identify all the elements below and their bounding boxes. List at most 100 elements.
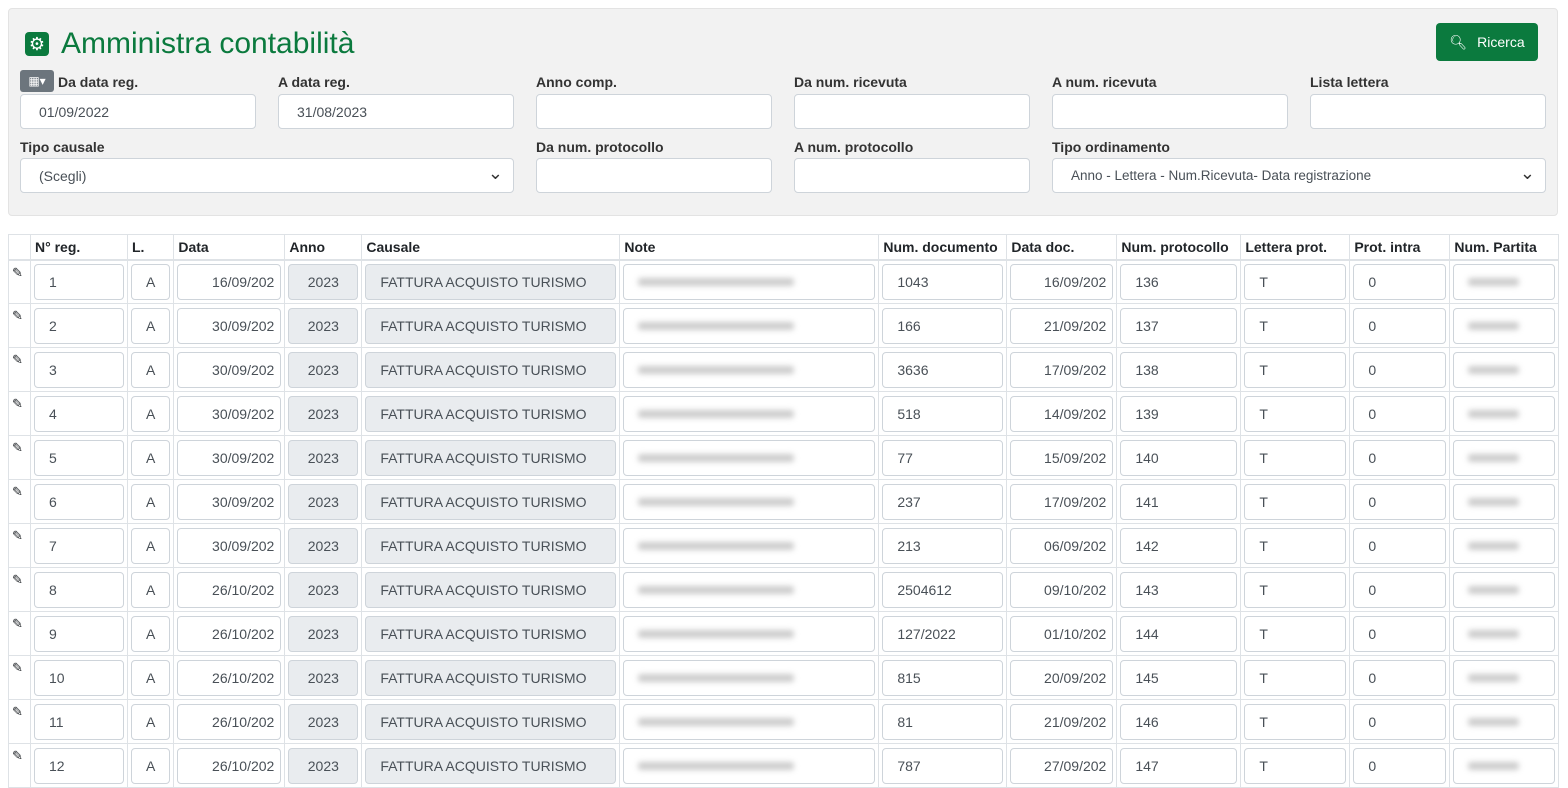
edit-icon[interactable]: ✎ bbox=[8, 435, 31, 480]
num-partita-input[interactable] bbox=[1453, 615, 1556, 652]
lettera-input[interactable]: A bbox=[131, 395, 171, 432]
lettera-input[interactable]: A bbox=[131, 483, 171, 520]
num-documento-input[interactable]: 787 bbox=[882, 747, 1004, 784]
column-header[interactable]: Num. documento bbox=[878, 234, 1008, 261]
num-documento-input[interactable]: 237 bbox=[882, 483, 1004, 520]
num-documento-input[interactable]: 127/2022 bbox=[882, 615, 1004, 652]
data-doc-input[interactable]: 17/09/202 bbox=[1010, 351, 1114, 388]
column-header[interactable]: Prot. intra bbox=[1349, 234, 1451, 261]
data-doc-input[interactable]: 01/10/202 bbox=[1010, 615, 1114, 652]
num-partita-input[interactable] bbox=[1453, 659, 1556, 696]
data-input[interactable]: 26/10/202 bbox=[177, 659, 282, 696]
data-doc-input[interactable]: 06/09/202 bbox=[1010, 527, 1114, 564]
note-input[interactable] bbox=[623, 527, 876, 564]
data-input[interactable]: 30/09/202 bbox=[177, 439, 282, 476]
anno-comp-input[interactable] bbox=[536, 94, 772, 129]
prot-intra-input[interactable]: 0 bbox=[1353, 571, 1447, 608]
nreg-input[interactable]: 9 bbox=[34, 615, 124, 652]
num-partita-input[interactable] bbox=[1453, 703, 1556, 740]
num-protocollo-input[interactable]: 138 bbox=[1120, 351, 1238, 388]
nreg-input[interactable]: 1 bbox=[34, 263, 124, 300]
calendar-dropdown-icon[interactable]: ▦▾ bbox=[20, 70, 54, 92]
data-doc-input[interactable]: 17/09/202 bbox=[1010, 483, 1114, 520]
num-partita-input[interactable] bbox=[1453, 527, 1556, 564]
edit-icon[interactable]: ✎ bbox=[8, 479, 31, 524]
lettera-prot-input[interactable]: T bbox=[1244, 571, 1347, 608]
num-protocollo-input[interactable]: 141 bbox=[1120, 483, 1238, 520]
data-doc-input[interactable]: 14/09/202 bbox=[1010, 395, 1114, 432]
data-doc-input[interactable]: 20/09/202 bbox=[1010, 659, 1114, 696]
data-doc-input[interactable]: 21/09/202 bbox=[1010, 703, 1114, 740]
prot-intra-input[interactable]: 0 bbox=[1353, 659, 1447, 696]
lista-lettera-input[interactable] bbox=[1310, 94, 1546, 129]
nreg-input[interactable]: 12 bbox=[34, 747, 124, 784]
tipo-causale-select[interactable]: (Scegli) bbox=[20, 158, 514, 193]
lettera-prot-input[interactable]: T bbox=[1244, 747, 1347, 784]
note-input[interactable] bbox=[623, 483, 876, 520]
num-protocollo-input[interactable]: 139 bbox=[1120, 395, 1238, 432]
num-documento-input[interactable]: 81 bbox=[882, 703, 1004, 740]
num-protocollo-input[interactable]: 137 bbox=[1120, 307, 1238, 344]
data-input[interactable]: 30/09/202 bbox=[177, 351, 282, 388]
lettera-input[interactable]: A bbox=[131, 527, 171, 564]
column-header[interactable]: N° reg. bbox=[30, 234, 128, 261]
nreg-input[interactable]: 10 bbox=[34, 659, 124, 696]
num-partita-input[interactable] bbox=[1453, 395, 1556, 432]
lettera-input[interactable]: A bbox=[131, 263, 171, 300]
prot-intra-input[interactable]: 0 bbox=[1353, 263, 1447, 300]
data-input[interactable]: 26/10/202 bbox=[177, 747, 282, 784]
da-data-input[interactable]: 01/09/2022 bbox=[20, 94, 256, 129]
data-input[interactable]: 26/10/202 bbox=[177, 571, 282, 608]
da-num-protocollo-input[interactable] bbox=[536, 158, 772, 193]
prot-intra-input[interactable]: 0 bbox=[1353, 439, 1447, 476]
num-protocollo-input[interactable]: 136 bbox=[1120, 263, 1238, 300]
nreg-input[interactable]: 8 bbox=[34, 571, 124, 608]
edit-icon[interactable]: ✎ bbox=[8, 567, 31, 612]
edit-icon[interactable]: ✎ bbox=[8, 259, 31, 304]
lettera-input[interactable]: A bbox=[131, 571, 171, 608]
lettera-prot-input[interactable]: T bbox=[1244, 263, 1347, 300]
nreg-input[interactable]: 4 bbox=[34, 395, 124, 432]
note-input[interactable] bbox=[623, 263, 876, 300]
prot-intra-input[interactable]: 0 bbox=[1353, 747, 1447, 784]
column-header[interactable]: Causale bbox=[361, 234, 621, 261]
lettera-input[interactable]: A bbox=[131, 615, 171, 652]
column-header[interactable]: Data bbox=[173, 234, 286, 261]
edit-icon[interactable]: ✎ bbox=[8, 699, 31, 744]
data-input[interactable]: 30/09/202 bbox=[177, 483, 282, 520]
note-input[interactable] bbox=[623, 571, 876, 608]
data-doc-input[interactable]: 27/09/202 bbox=[1010, 747, 1114, 784]
num-documento-input[interactable]: 3636 bbox=[882, 351, 1004, 388]
lettera-input[interactable]: A bbox=[131, 659, 171, 696]
num-partita-input[interactable] bbox=[1453, 351, 1556, 388]
edit-icon[interactable]: ✎ bbox=[8, 523, 31, 568]
edit-icon[interactable]: ✎ bbox=[8, 611, 31, 656]
num-protocollo-input[interactable]: 145 bbox=[1120, 659, 1238, 696]
num-protocollo-input[interactable]: 144 bbox=[1120, 615, 1238, 652]
lettera-prot-input[interactable]: T bbox=[1244, 439, 1347, 476]
edit-icon[interactable]: ✎ bbox=[8, 347, 31, 392]
num-documento-input[interactable]: 166 bbox=[882, 307, 1004, 344]
lettera-input[interactable]: A bbox=[131, 351, 171, 388]
lettera-prot-input[interactable]: T bbox=[1244, 703, 1347, 740]
data-input[interactable]: 30/09/202 bbox=[177, 395, 282, 432]
nreg-input[interactable]: 6 bbox=[34, 483, 124, 520]
num-partita-input[interactable] bbox=[1453, 307, 1556, 344]
column-header[interactable]: Anno bbox=[284, 234, 363, 261]
prot-intra-input[interactable]: 0 bbox=[1353, 615, 1447, 652]
column-header[interactable]: Data doc. bbox=[1006, 234, 1118, 261]
column-header[interactable]: Num. Partita bbox=[1449, 234, 1560, 261]
data-input[interactable]: 16/09/202 bbox=[177, 263, 282, 300]
num-documento-input[interactable]: 213 bbox=[882, 527, 1004, 564]
prot-intra-input[interactable]: 0 bbox=[1353, 483, 1447, 520]
da-num-ricevuta-input[interactable] bbox=[794, 94, 1030, 129]
edit-icon[interactable]: ✎ bbox=[8, 655, 31, 700]
num-partita-input[interactable] bbox=[1453, 483, 1556, 520]
lettera-input[interactable]: A bbox=[131, 703, 171, 740]
data-input[interactable]: 30/09/202 bbox=[177, 527, 282, 564]
lettera-prot-input[interactable]: T bbox=[1244, 395, 1347, 432]
lettera-input[interactable]: A bbox=[131, 439, 171, 476]
num-protocollo-input[interactable]: 147 bbox=[1120, 747, 1238, 784]
lettera-prot-input[interactable]: T bbox=[1244, 527, 1347, 564]
prot-intra-input[interactable]: 0 bbox=[1353, 703, 1447, 740]
